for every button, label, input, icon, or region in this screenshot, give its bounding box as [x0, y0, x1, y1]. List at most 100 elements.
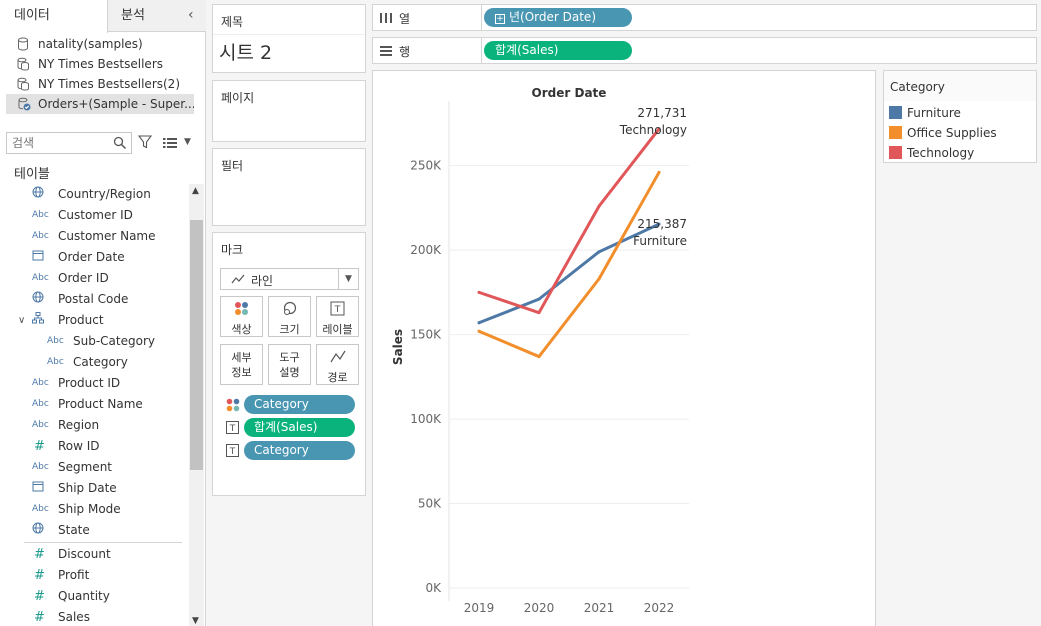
search-input[interactable]	[7, 133, 107, 153]
sheet-title[interactable]: 시트 2	[219, 38, 272, 65]
field-label: Customer ID	[58, 208, 133, 222]
filter-icon[interactable]	[138, 135, 152, 149]
field-label: Discount	[58, 547, 111, 561]
measure-item[interactable]: # Discount	[0, 544, 188, 565]
color-button[interactable]: 색상	[220, 296, 263, 337]
text-label-icon: T	[330, 301, 345, 316]
sales-label-pill[interactable]: 합계(Sales)	[244, 418, 355, 437]
data-point	[597, 277, 601, 281]
size-button[interactable]: 크기	[268, 296, 311, 337]
chevron-down-icon[interactable]: ▼	[184, 137, 191, 147]
columns-shelf: 열 + 년(Order Date)	[372, 4, 1037, 31]
field-list-scrollbar[interactable]: ▲ ▼	[189, 184, 204, 626]
expand-plus-icon[interactable]: +	[495, 14, 505, 24]
rows-shelf-label: 행	[399, 45, 411, 59]
chevron-down-icon[interactable]: ∨	[18, 310, 25, 331]
number-type-icon: #	[34, 439, 45, 454]
field-item[interactable]: # Row ID	[0, 436, 188, 457]
divider	[481, 38, 482, 63]
datasource-item[interactable]: NY Times Bestsellers(2)	[0, 74, 206, 94]
mark-type-dropdown[interactable]: 라인 ▼	[220, 268, 359, 290]
data-label-category: Technology	[619, 123, 687, 137]
string-type-icon: Abc	[47, 357, 64, 367]
string-type-icon: Abc	[32, 399, 49, 409]
series-line-office-supplies	[477, 170, 661, 359]
legend-item-technology[interactable]: Technology	[889, 145, 1035, 161]
marks-card: 마크 라인 ▼ 색상 크기 T 레이블 세부 정보 도구 설명 경로 Categ…	[212, 232, 366, 496]
number-type-icon: #	[34, 568, 45, 583]
field-item[interactable]: State	[0, 520, 188, 541]
data-point	[597, 250, 601, 254]
category-label-pill[interactable]: Category	[244, 441, 355, 460]
field-item[interactable]: Abc Order ID	[0, 268, 188, 289]
legend-swatch	[889, 146, 902, 159]
field-label: Quantity	[58, 589, 110, 603]
datasource-item[interactable]: natality(samples)	[0, 34, 206, 54]
sales-sum-pill[interactable]: 합계(Sales)	[484, 41, 632, 60]
chevron-down-icon[interactable]: ▼	[338, 269, 358, 289]
text-label-icon: T	[226, 421, 239, 434]
scroll-up-icon[interactable]: ▲	[192, 186, 199, 196]
string-type-icon: Abc	[32, 231, 49, 241]
field-item[interactable]: Abc Customer Name	[0, 226, 188, 247]
order-date-year-pill[interactable]: + 년(Order Date)	[484, 8, 632, 27]
field-label: Product	[58, 313, 104, 327]
field-item[interactable]: Abc Customer ID	[0, 205, 188, 226]
field-label: Postal Code	[58, 292, 129, 306]
size-icon	[283, 301, 297, 315]
legend-item-label: Technology	[907, 146, 975, 160]
datasource-label: natality(samples)	[38, 37, 143, 51]
data-point	[597, 204, 601, 208]
pages-card[interactable]: 페이지	[212, 80, 366, 142]
measure-item[interactable]: # Profit	[0, 565, 188, 586]
category-color-pill[interactable]: Category	[244, 395, 355, 414]
pane-tabs: 데이터 분석 ‹	[0, 0, 206, 33]
legend-item-furniture[interactable]: Furniture	[889, 105, 1035, 121]
scroll-thumb[interactable]	[190, 220, 203, 470]
x-tick-label: 2020	[524, 601, 555, 615]
y-axis-title: Sales	[391, 329, 405, 365]
calendar-icon	[32, 478, 52, 499]
path-icon	[330, 350, 346, 363]
tooltip-button[interactable]: 도구 설명	[268, 344, 311, 385]
tab-analytics[interactable]: 분석	[121, 0, 145, 32]
field-item[interactable]: Abc Ship Mode	[0, 499, 188, 520]
list-view-icon[interactable]	[163, 137, 177, 149]
multi-database-icon	[17, 77, 29, 91]
data-point	[477, 329, 481, 333]
detail-button-label: 세부 정보	[221, 350, 262, 380]
field-item[interactable]: Abc Segment	[0, 457, 188, 478]
field-item[interactable]: Order Date	[0, 247, 188, 268]
field-item[interactable]: Abc Sub-Category	[0, 331, 188, 352]
field-item[interactable]: Abc Category	[0, 352, 188, 373]
field-item[interactable]: Country/Region	[0, 184, 188, 205]
detail-button[interactable]: 세부 정보	[220, 344, 263, 385]
x-tick-label: 2021	[584, 601, 615, 615]
tooltip-label-line1: 도구	[279, 351, 300, 364]
field-item[interactable]: Abc Product ID	[0, 373, 188, 394]
field-item[interactable]: Abc Product Name	[0, 394, 188, 415]
path-button[interactable]: 경로	[316, 344, 359, 385]
label-button[interactable]: T 레이블	[316, 296, 359, 337]
line-chart-view: Order Date 0K 50K 100K 150K 200K 250K Sales 2019…	[372, 70, 876, 626]
filters-card[interactable]: 필터	[212, 148, 366, 226]
tab-data[interactable]: 데이터	[0, 0, 108, 33]
search-icon[interactable]	[113, 136, 127, 150]
datasource-label: NY Times Bestsellers(2)	[38, 77, 180, 91]
field-item[interactable]: ∨ Product	[0, 310, 188, 331]
legend-item-office-supplies[interactable]: Office Supplies	[889, 125, 1035, 141]
data-point	[537, 311, 541, 315]
y-tick-label: 200K	[410, 243, 442, 257]
field-item[interactable]: Ship Date	[0, 478, 188, 499]
collapse-pane-icon[interactable]: ‹	[188, 7, 194, 23]
datasource-item-selected[interactable]: Orders+(Sample - Super...	[6, 94, 194, 114]
measure-item[interactable]: # Quantity	[0, 586, 188, 607]
field-item[interactable]: Abc Region	[0, 415, 188, 436]
field-item[interactable]: Postal Code	[0, 289, 188, 310]
datasource-item[interactable]: NY Times Bestsellers	[0, 54, 206, 74]
scroll-down-icon[interactable]: ▼	[192, 616, 199, 626]
filters-card-label: 필터	[221, 159, 244, 173]
field-label: Product ID	[58, 376, 121, 390]
measure-item[interactable]: # Sales	[0, 607, 188, 626]
globe-icon	[32, 289, 52, 310]
